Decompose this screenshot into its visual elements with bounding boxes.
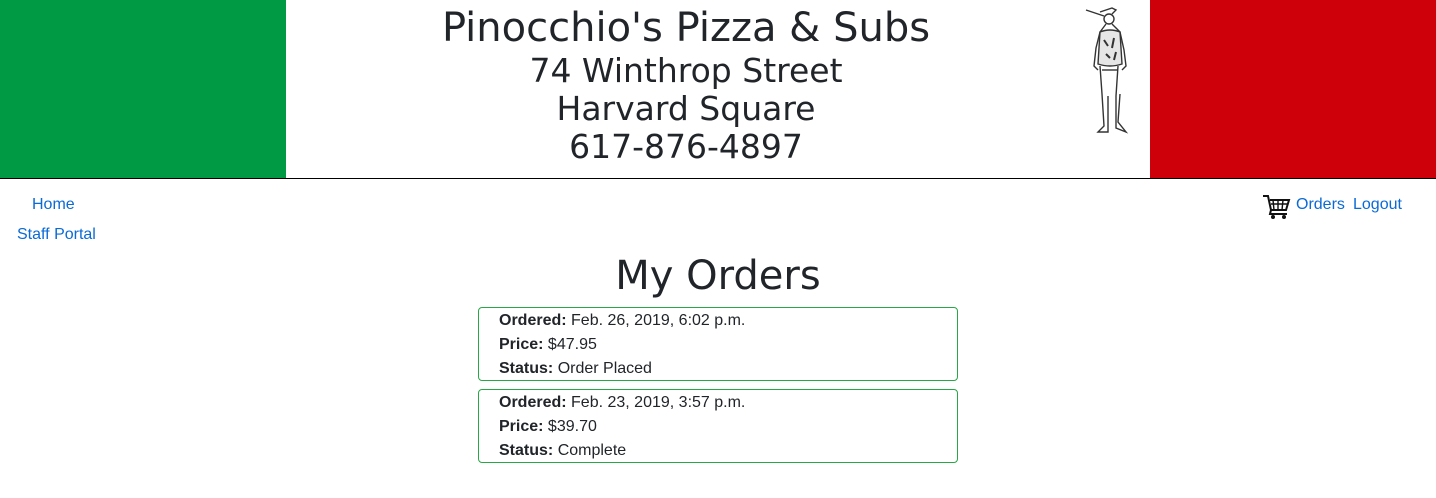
nav-logout-link[interactable]: Logout xyxy=(1353,193,1402,217)
order-status-label: Status: xyxy=(499,360,554,377)
order-status-row: Status: Complete xyxy=(499,439,957,463)
address-street: 74 Winthrop Street xyxy=(529,51,843,90)
order-date-label: Ordered: xyxy=(499,394,567,411)
pinocchio-mascot-icon xyxy=(1085,7,1129,134)
nav-home-link[interactable]: Home xyxy=(32,193,75,217)
nav-staff-portal-link[interactable]: Staff Portal xyxy=(17,223,96,247)
shopping-cart-icon[interactable] xyxy=(1261,191,1291,221)
order-date-value: Feb. 26, 2019, 6:02 p.m. xyxy=(571,312,746,329)
restaurant-name: Pinocchio's Pizza & Subs xyxy=(441,5,931,51)
order-price-label: Price: xyxy=(499,336,544,353)
phone-number: 617-876-4897 xyxy=(569,127,803,166)
order-date-row: Ordered: Feb. 23, 2019, 3:57 p.m. xyxy=(499,391,957,415)
nav-orders-link[interactable]: Orders xyxy=(1296,193,1345,217)
order-price-value: $39.70 xyxy=(547,418,597,435)
site-header: Pinocchio's Pizza & Subs 74 Winthrop Str… xyxy=(0,0,1436,179)
page-title: My Orders xyxy=(615,253,821,299)
order-date-label: Ordered: xyxy=(499,312,567,329)
orders-list: Ordered: Feb. 26, 2019, 6:02 p.m. Price:… xyxy=(478,307,958,471)
order-price-row: Price: $39.70 xyxy=(499,415,957,439)
order-date-value: Feb. 23, 2019, 3:57 p.m. xyxy=(571,394,746,411)
order-price-row: Price: $47.95 xyxy=(499,333,957,357)
address-area: Harvard Square xyxy=(556,89,816,128)
flag-stripe-red xyxy=(1150,0,1436,178)
order-status-value: Order Placed xyxy=(557,360,652,377)
order-price-label: Price: xyxy=(499,418,544,435)
order-status-label: Status: xyxy=(499,442,554,459)
order-status-row: Status: Order Placed xyxy=(499,357,957,381)
order-card: Ordered: Feb. 26, 2019, 6:02 p.m. Price:… xyxy=(478,307,958,381)
flag-stripe-green xyxy=(0,0,286,178)
order-date-row: Ordered: Feb. 26, 2019, 6:02 p.m. xyxy=(499,309,957,333)
order-price-value: $47.95 xyxy=(547,336,597,353)
order-card: Ordered: Feb. 23, 2019, 3:57 p.m. Price:… xyxy=(478,389,958,463)
header-text: Pinocchio's Pizza & Subs 74 Winthrop Str… xyxy=(286,0,1086,166)
order-status-value: Complete xyxy=(557,442,627,459)
